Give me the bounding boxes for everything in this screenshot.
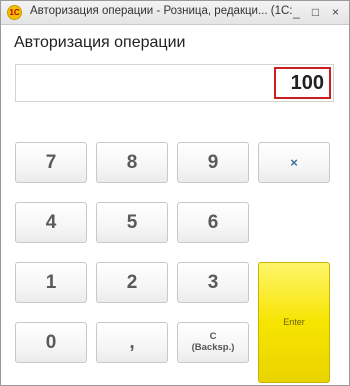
dialog-window: 1С Авторизация операции - Розница, редак… [0,0,350,386]
key-4-button[interactable]: 4 [15,202,87,243]
clear-button[interactable]: × [258,142,330,183]
key-3-button[interactable]: 3 [177,262,249,303]
minimize-button[interactable]: _ [288,4,305,21]
backspace-button[interactable]: C (Backsp.) [177,322,249,363]
key-7-button[interactable]: 7 [15,142,87,183]
amount-value: 100 [274,67,331,99]
key-9-button[interactable]: 9 [177,142,249,183]
key-6-button[interactable]: 6 [177,202,249,243]
enter-button[interactable]: Enter [258,262,330,383]
key-2-button[interactable]: 2 [96,262,168,303]
maximize-button[interactable]: □ [307,4,324,21]
window-title: Авторизация операции - Розница, редакци.… [30,5,292,17]
title-bar[interactable]: 1С Авторизация операции - Розница, редак… [1,1,349,25]
key-1-button[interactable]: 1 [15,262,87,303]
form-heading: Авторизация операции [14,34,186,51]
close-icon: × [331,5,339,19]
maximize-icon: □ [311,5,320,19]
key-0-button[interactable]: 0 [15,322,87,363]
key-comma-button[interactable]: , [96,322,168,363]
key-8-button[interactable]: 8 [96,142,168,183]
backspace-label-line2: (Backsp.) [191,342,235,353]
clear-icon: × [290,155,298,170]
amount-input-field[interactable]: 100 [15,64,334,102]
minimize-icon: _ [293,5,300,19]
backspace-label-line1: C [209,331,217,342]
close-button[interactable]: × [327,4,344,21]
key-5-button[interactable]: 5 [96,202,168,243]
app-logo-icon: 1С [7,5,22,20]
